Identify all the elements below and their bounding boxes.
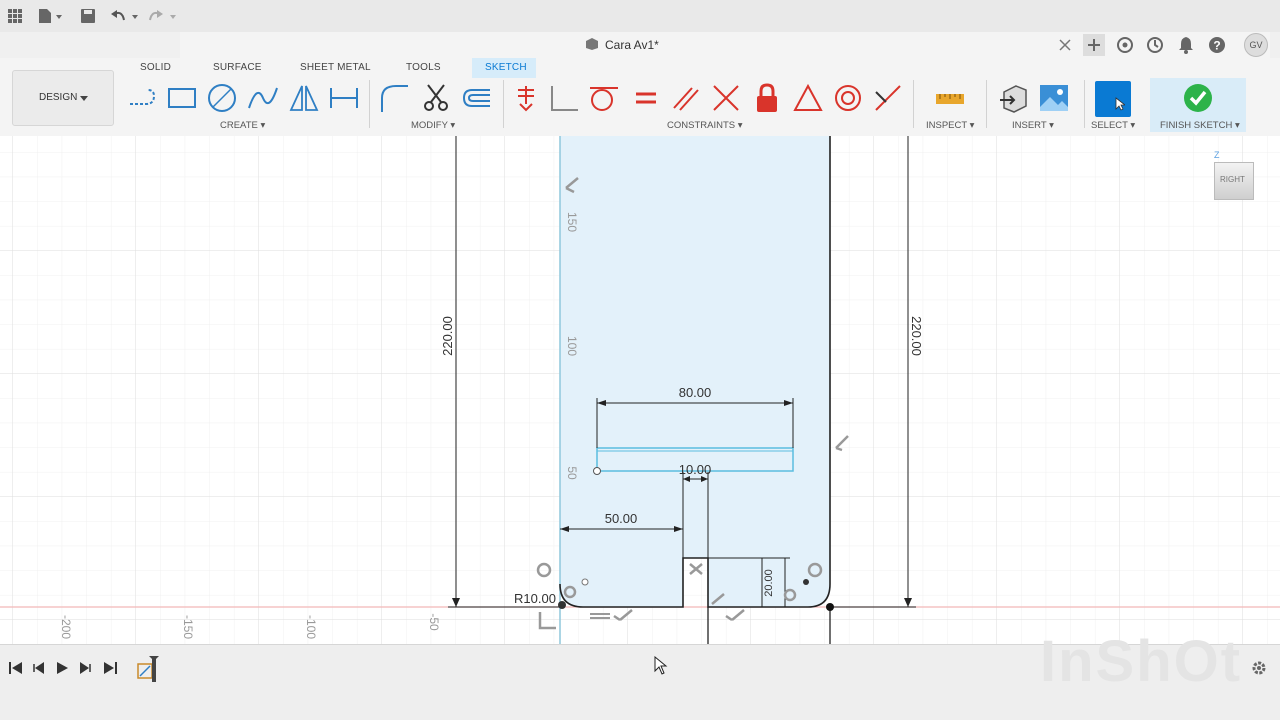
ruler-label: 150 xyxy=(565,212,579,232)
dimension-height-right: 220.00 xyxy=(909,316,924,356)
profile-fill xyxy=(560,136,830,607)
sketch-point xyxy=(803,579,809,585)
offset-tool-icon[interactable] xyxy=(460,82,492,114)
equal-constraint-icon[interactable] xyxy=(630,82,662,114)
ruler-label: 50 xyxy=(565,466,579,480)
ruler-label: 100 xyxy=(565,336,579,356)
dimension-radius: R10.00 xyxy=(514,591,556,606)
timeline-sketch-feature-icon[interactable] xyxy=(136,654,162,684)
separator xyxy=(1084,80,1085,128)
measure-ruler-icon[interactable] xyxy=(934,82,966,114)
save-icon[interactable] xyxy=(80,8,96,24)
dimension-tool-icon[interactable] xyxy=(328,82,360,114)
separator xyxy=(913,80,914,128)
job-status-icon[interactable] xyxy=(1146,36,1164,54)
tab-solid[interactable]: SOLID xyxy=(140,62,171,73)
ruler-label: -50 xyxy=(427,613,441,631)
dimension-offset: 50.00 xyxy=(605,511,638,526)
trim-scissors-icon[interactable] xyxy=(420,82,452,114)
group-constraints[interactable]: CONSTRAINTS ▾ xyxy=(667,120,743,131)
title-bar xyxy=(0,0,1280,32)
separator xyxy=(369,80,370,128)
sketch-point xyxy=(826,603,834,611)
symmetry-constraint-icon[interactable] xyxy=(872,82,904,114)
rectangle-tool-icon[interactable] xyxy=(166,82,198,114)
spline-tool-icon[interactable] xyxy=(247,82,279,114)
workspace-label: DESIGN xyxy=(39,92,78,103)
insert-image-icon[interactable] xyxy=(1038,82,1070,114)
dimension-width-top: 80.00 xyxy=(679,385,712,400)
group-modify[interactable]: MODIFY ▾ xyxy=(411,120,455,131)
cursor-arrow-icon xyxy=(1115,97,1125,111)
dimension-height-left: 220.00 xyxy=(440,316,455,356)
component-icon xyxy=(586,38,598,50)
tab-tools[interactable]: TOOLS xyxy=(406,62,441,73)
dimension-slot-width: 10.00 xyxy=(679,462,712,477)
step-back-icon[interactable] xyxy=(32,661,46,675)
parallel-constraint-icon[interactable] xyxy=(670,82,702,114)
tangent-constraint-icon[interactable] xyxy=(588,82,620,114)
select-tool-button[interactable] xyxy=(1095,81,1131,117)
separator xyxy=(503,80,504,128)
go-to-start-icon[interactable] xyxy=(8,661,24,675)
viewcube-face-label: RIGHT xyxy=(1220,175,1245,184)
extensions-icon[interactable] xyxy=(1116,36,1134,54)
coincident-constraint-icon[interactable] xyxy=(510,82,542,114)
tab-sheet-metal[interactable]: SHEET METAL xyxy=(300,62,371,73)
redo-icon[interactable] xyxy=(148,8,178,24)
line-tool-icon[interactable] xyxy=(126,82,158,114)
close-tab-icon[interactable] xyxy=(1058,38,1072,52)
chevron-down-icon xyxy=(80,96,88,101)
svg-text:?: ? xyxy=(1213,39,1220,53)
fix-lock-icon[interactable] xyxy=(751,82,783,114)
new-tab-icon[interactable] xyxy=(1083,34,1105,56)
dimension-small-height: 20.00 xyxy=(763,569,775,597)
group-create[interactable]: CREATE ▾ xyxy=(220,120,265,131)
midpoint-constraint-icon[interactable] xyxy=(710,82,742,114)
sketch-drawing[interactable]: 220.00 220.00 80.00 10.00 50.00 20.00 R1… xyxy=(0,136,1280,644)
ruler-label: -150 xyxy=(181,615,195,639)
step-forward-icon[interactable] xyxy=(78,661,92,675)
group-finish-sketch[interactable]: FINISH SKETCH ▾ xyxy=(1160,120,1240,131)
tab-surface[interactable]: SURFACE xyxy=(213,62,262,73)
group-insert[interactable]: INSERT ▾ xyxy=(1012,120,1054,131)
viewcube[interactable]: RIGHT xyxy=(1214,162,1254,200)
app-grid-icon[interactable] xyxy=(8,9,22,23)
ruler-label: -100 xyxy=(304,615,318,639)
document-tab[interactable]: Cara Av1* xyxy=(180,32,1270,59)
sketch-point xyxy=(593,467,601,475)
separator xyxy=(986,80,987,128)
viewcube-axis-label: Z xyxy=(1214,150,1220,160)
sketch-canvas[interactable]: 220.00 220.00 80.00 10.00 50.00 20.00 R1… xyxy=(0,136,1280,644)
help-icon[interactable]: ? xyxy=(1208,36,1226,54)
workspace-switcher[interactable]: DESIGN xyxy=(12,70,114,126)
checkmark-icon xyxy=(1184,84,1212,112)
user-avatar[interactable]: GV xyxy=(1244,33,1268,57)
undo-icon[interactable] xyxy=(110,8,140,24)
concentric-constraint-icon[interactable] xyxy=(832,82,864,114)
tab-sketch[interactable]: SKETCH xyxy=(485,62,527,73)
ruler-label: -200 xyxy=(59,615,73,639)
watermark-logo: InShOt xyxy=(1040,629,1243,694)
document-title: Cara Av1* xyxy=(605,38,659,52)
notifications-bell-icon[interactable] xyxy=(1178,36,1194,54)
group-select[interactable]: SELECT ▾ xyxy=(1091,120,1135,131)
circle-tool-icon[interactable] xyxy=(206,82,238,114)
mirror-tool-icon[interactable] xyxy=(288,82,320,114)
settings-gear-icon[interactable] xyxy=(1251,660,1267,676)
triangle-constraint-icon[interactable] xyxy=(792,82,824,114)
fillet-tool-icon[interactable] xyxy=(378,82,410,114)
perpendicular-constraint-icon[interactable] xyxy=(548,82,580,114)
play-icon[interactable] xyxy=(55,661,69,675)
insert-derive-icon[interactable] xyxy=(998,82,1030,114)
mouse-cursor-icon xyxy=(654,656,668,675)
group-inspect[interactable]: INSPECT ▾ xyxy=(926,120,974,131)
go-to-end-icon[interactable] xyxy=(102,661,118,675)
file-menu-icon[interactable] xyxy=(38,8,64,24)
